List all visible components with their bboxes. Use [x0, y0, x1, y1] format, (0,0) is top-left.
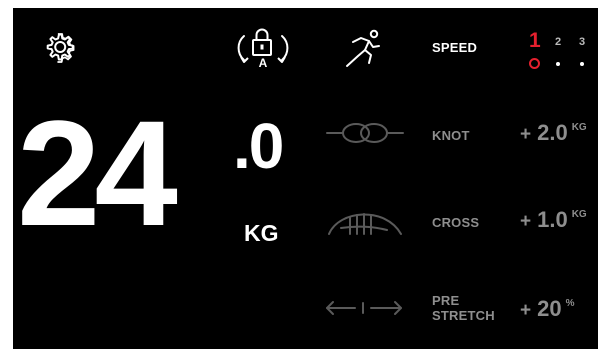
speed-option-3-dot [580, 62, 584, 66]
knot-icon [326, 123, 404, 143]
weight-value-integer: 24 [17, 89, 178, 257]
pre-stretch-value: +20% [520, 296, 575, 321]
speed-option-1[interactable]: 1 [529, 30, 541, 51]
gear-icon [46, 33, 75, 63]
auto-lock-letter: A [258, 56, 268, 70]
cross-unit: KG [571, 209, 587, 220]
cross-sign: + [520, 211, 532, 232]
pre-stretch-label-line2: STRETCH [432, 308, 495, 323]
speed-option-2[interactable]: 2 [555, 37, 561, 48]
weight-value-decimal: .0 [233, 110, 284, 182]
knot-label: KNOT [432, 128, 470, 143]
pre-stretch-toggle[interactable] [323, 298, 405, 318]
knot-unit: KG [571, 122, 587, 133]
speed-selected-indicator [529, 58, 540, 69]
knot-toggle[interactable] [325, 118, 405, 148]
pre-stretch-sign: + [520, 300, 532, 321]
speed-option-3[interactable]: 3 [579, 37, 585, 48]
machine-display: A 24 .0 KG SPEED 1 2 3 KNOT + 2.0 KG CRO… [13, 8, 598, 349]
pre-stretch-unit: % [565, 298, 575, 309]
sprint-icon [346, 29, 380, 67]
speed-label: SPEED [432, 40, 478, 55]
pre-stretch-amount: 20 [537, 296, 562, 321]
auto-lock-button[interactable]: A [235, 28, 291, 72]
knot-amount: 2.0 [537, 120, 568, 145]
settings-button[interactable] [43, 30, 77, 64]
pre-stretch-label-line1: PRE [432, 293, 460, 308]
cross-icon [328, 213, 402, 235]
cross-value: +1.0 KG [520, 207, 587, 232]
weight-unit: KG [244, 220, 279, 246]
cross-label: CROSS [432, 215, 480, 230]
cross-toggle[interactable] [325, 204, 405, 238]
pre-stretch-arrows-icon [326, 301, 402, 315]
speed-option-2-dot [556, 62, 560, 66]
pre-stretch-label: PRE STRETCH [432, 293, 495, 323]
cross-amount: 1.0 [537, 207, 568, 232]
knot-sign: + [520, 124, 532, 145]
knot-value: +2.0 KG [520, 120, 587, 145]
sprint-button[interactable] [343, 28, 383, 68]
